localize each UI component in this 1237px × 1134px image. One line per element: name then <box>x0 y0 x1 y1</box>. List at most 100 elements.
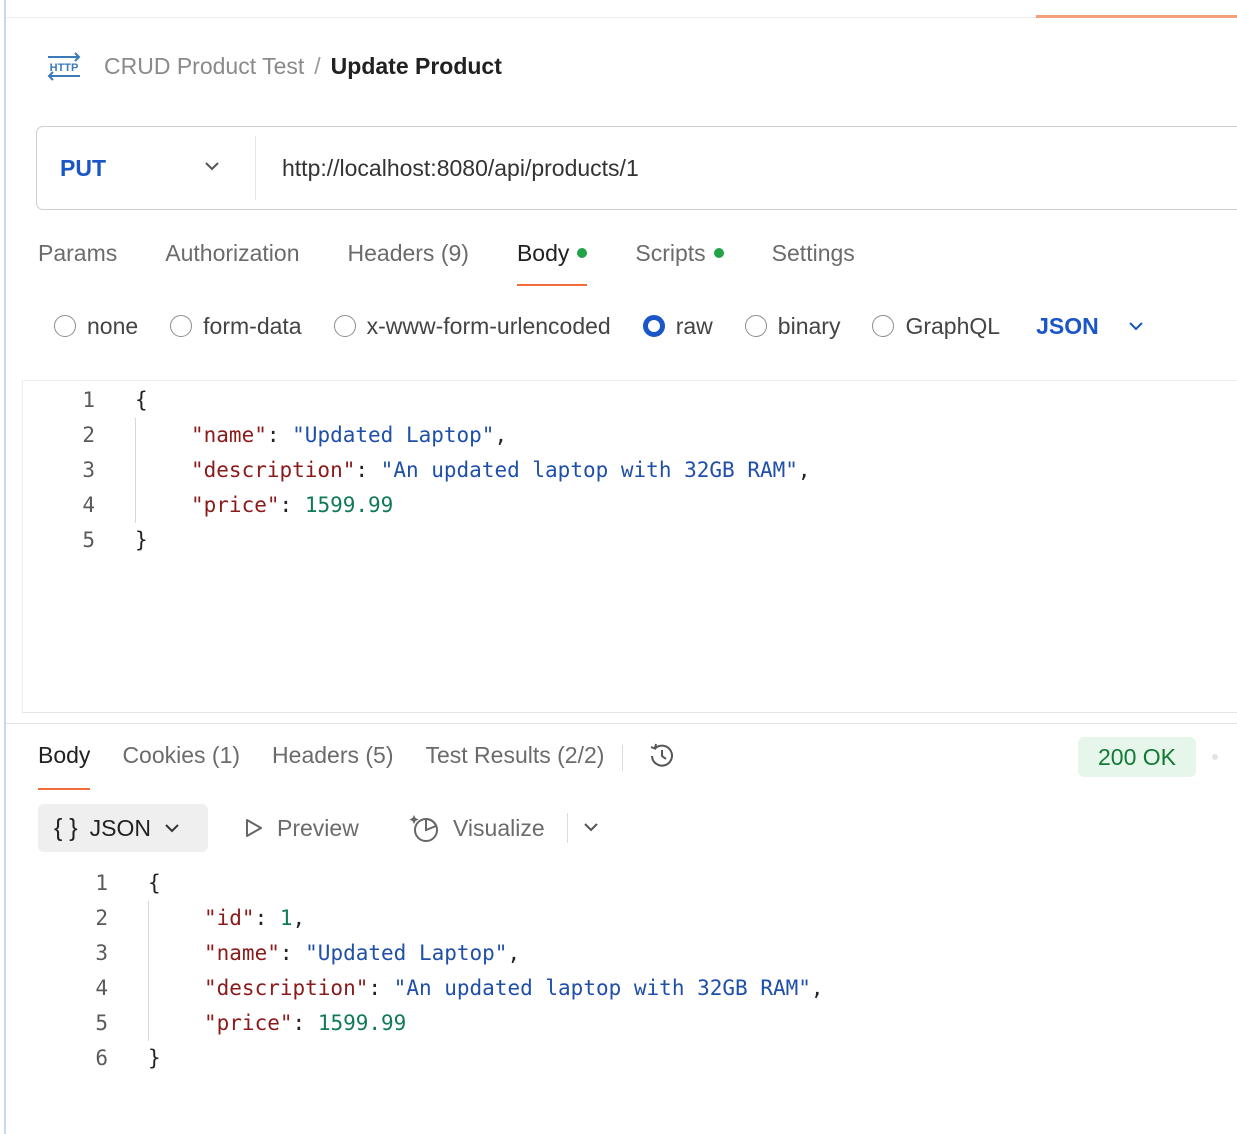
tab-label: Headers (9) <box>347 240 469 266</box>
request-name[interactable]: Update Product <box>331 53 502 80</box>
code-token: : <box>266 423 293 447</box>
radio-binary[interactable]: binary <box>744 312 841 340</box>
code-token: "Updated Laptop" <box>292 423 495 447</box>
response-tab-body[interactable]: Body <box>38 740 91 790</box>
response-format-select[interactable]: { } JSON <box>38 804 208 852</box>
body-language-label: JSON <box>1036 312 1099 339</box>
tab-label: Headers (5) <box>272 742 394 768</box>
response-format-label: JSON <box>89 814 151 841</box>
line-number: 2 <box>95 906 108 930</box>
tab-settings[interactable]: Settings <box>772 236 855 288</box>
line-number: 5 <box>95 1011 108 1035</box>
code-token: , <box>292 906 306 930</box>
url-input[interactable]: http://localhost:8080/api/products/1 <box>256 155 639 182</box>
tab-separator <box>622 745 624 771</box>
line-number: 1 <box>95 871 108 895</box>
body-language-select[interactable]: JSON <box>1036 313 1145 340</box>
code-token: "An updated laptop with 32GB RAM" <box>393 976 811 1000</box>
indent-guide <box>135 418 136 523</box>
radio-selected-icon <box>642 315 665 337</box>
code-token: , <box>494 423 508 447</box>
http-method-select[interactable]: PUT <box>37 127 255 209</box>
code-token: : <box>254 906 280 930</box>
code-token: : <box>355 458 381 482</box>
radio-label: none <box>87 312 139 339</box>
code-token: , <box>797 458 811 482</box>
code-token: "An updated laptop with 32GB RAM" <box>380 458 798 482</box>
response-tab-headers[interactable]: Headers (5) <box>272 740 393 790</box>
tab-scripts[interactable]: Scripts <box>635 236 724 288</box>
radio-label: form-data <box>203 312 302 339</box>
code-token: "name" <box>204 941 280 965</box>
http-method-label: PUT <box>60 154 106 181</box>
radio-graphql[interactable]: GraphQL <box>872 313 1000 340</box>
line-number: 3 <box>95 941 108 965</box>
response-tabs: Body Cookies (1) Headers (5) Test Result… <box>38 740 679 792</box>
tab-label: Test Results (2/2) <box>425 742 605 768</box>
line-number: 3 <box>82 458 95 482</box>
radio-button-icon <box>872 315 895 337</box>
code-token: : <box>279 493 305 517</box>
response-tab-cookies[interactable]: Cookies (1) <box>122 740 240 790</box>
request-body-editor[interactable]: 1 2 3 4 5{"name": "Updated Laptop", "descript… <box>22 380 1237 713</box>
line-number: 1 <box>82 388 95 412</box>
code-line: } <box>148 1041 161 1076</box>
radio-none[interactable]: none <box>54 313 138 340</box>
response-tab-test-results[interactable]: Test Results (2/2) <box>425 740 604 790</box>
radio-label: binary <box>777 312 841 339</box>
preview-label: Preview <box>277 814 359 841</box>
play-icon <box>246 819 262 837</box>
line-number: 4 <box>82 493 95 517</box>
tab-authorization[interactable]: Authorization <box>165 236 299 288</box>
code-token: } <box>135 528 148 552</box>
modified-dot-icon <box>577 248 588 258</box>
chevron-down-icon <box>205 162 219 171</box>
window-left-border <box>4 0 6 1134</box>
preview-button[interactable]: Preview <box>243 808 359 848</box>
radio-label: raw <box>675 312 713 339</box>
chevron-down-icon[interactable] <box>582 818 600 836</box>
code-token: { <box>148 871 161 895</box>
history-icon[interactable] <box>645 739 679 773</box>
status-badge[interactable]: 200 OK <box>1078 737 1196 777</box>
breadcrumb: HTTP CRUD Product Test / Update Product <box>46 48 502 84</box>
request-tabs: Params Authorization Headers (9) Body Sc… <box>38 236 903 288</box>
status-dot-icon <box>1212 754 1218 760</box>
code-token: "description" <box>191 458 356 482</box>
tab-label: Settings <box>771 240 855 266</box>
code-token: "description" <box>204 976 369 1000</box>
tab-label: Authorization <box>165 240 300 266</box>
line-number: 2 <box>82 423 95 447</box>
tab-headers[interactable]: Headers (9) <box>348 236 469 288</box>
code-token: , <box>507 941 521 965</box>
tab-label: Params <box>38 240 118 266</box>
line-number: 4 <box>95 976 108 1000</box>
code-token: 1 <box>279 906 293 930</box>
code-token: } <box>148 1046 161 1070</box>
code-line: } <box>135 523 148 558</box>
code-token: "id" <box>204 906 255 930</box>
visualize-button[interactable]: Visualize <box>409 808 545 848</box>
radio-button-icon <box>333 315 356 337</box>
braces-icon: { } <box>54 813 78 842</box>
visualize-icon <box>409 815 438 842</box>
code-token: 1599.99 <box>304 493 394 517</box>
code-token: "Updated Laptop" <box>305 941 508 965</box>
radio-button-icon <box>744 315 767 337</box>
code-token: : <box>279 941 306 965</box>
tab-body[interactable]: Body <box>516 236 588 288</box>
tab-params[interactable]: Params <box>38 236 117 288</box>
radio-raw[interactable]: raw <box>642 312 713 340</box>
code-line: "description": "An updated laptop with 3… <box>191 453 811 488</box>
code-line: "name": "Updated Laptop", <box>204 936 520 971</box>
code-token: "price" <box>204 1011 293 1035</box>
code-line: "description": "An updated laptop with 3… <box>204 971 824 1006</box>
radio-form-data[interactable]: form-data <box>170 312 302 340</box>
radio-button-icon <box>54 315 76 337</box>
breadcrumb-collection[interactable]: CRUD Product Test <box>104 53 304 80</box>
chevron-down-icon <box>1128 322 1143 331</box>
radio-x-www-form-urlencoded[interactable]: x-www-form-urlencoded <box>333 313 611 340</box>
code-line: "price": 1599.99 <box>191 488 393 523</box>
radio-button-icon <box>170 315 193 337</box>
code-token: "name" <box>191 423 267 447</box>
